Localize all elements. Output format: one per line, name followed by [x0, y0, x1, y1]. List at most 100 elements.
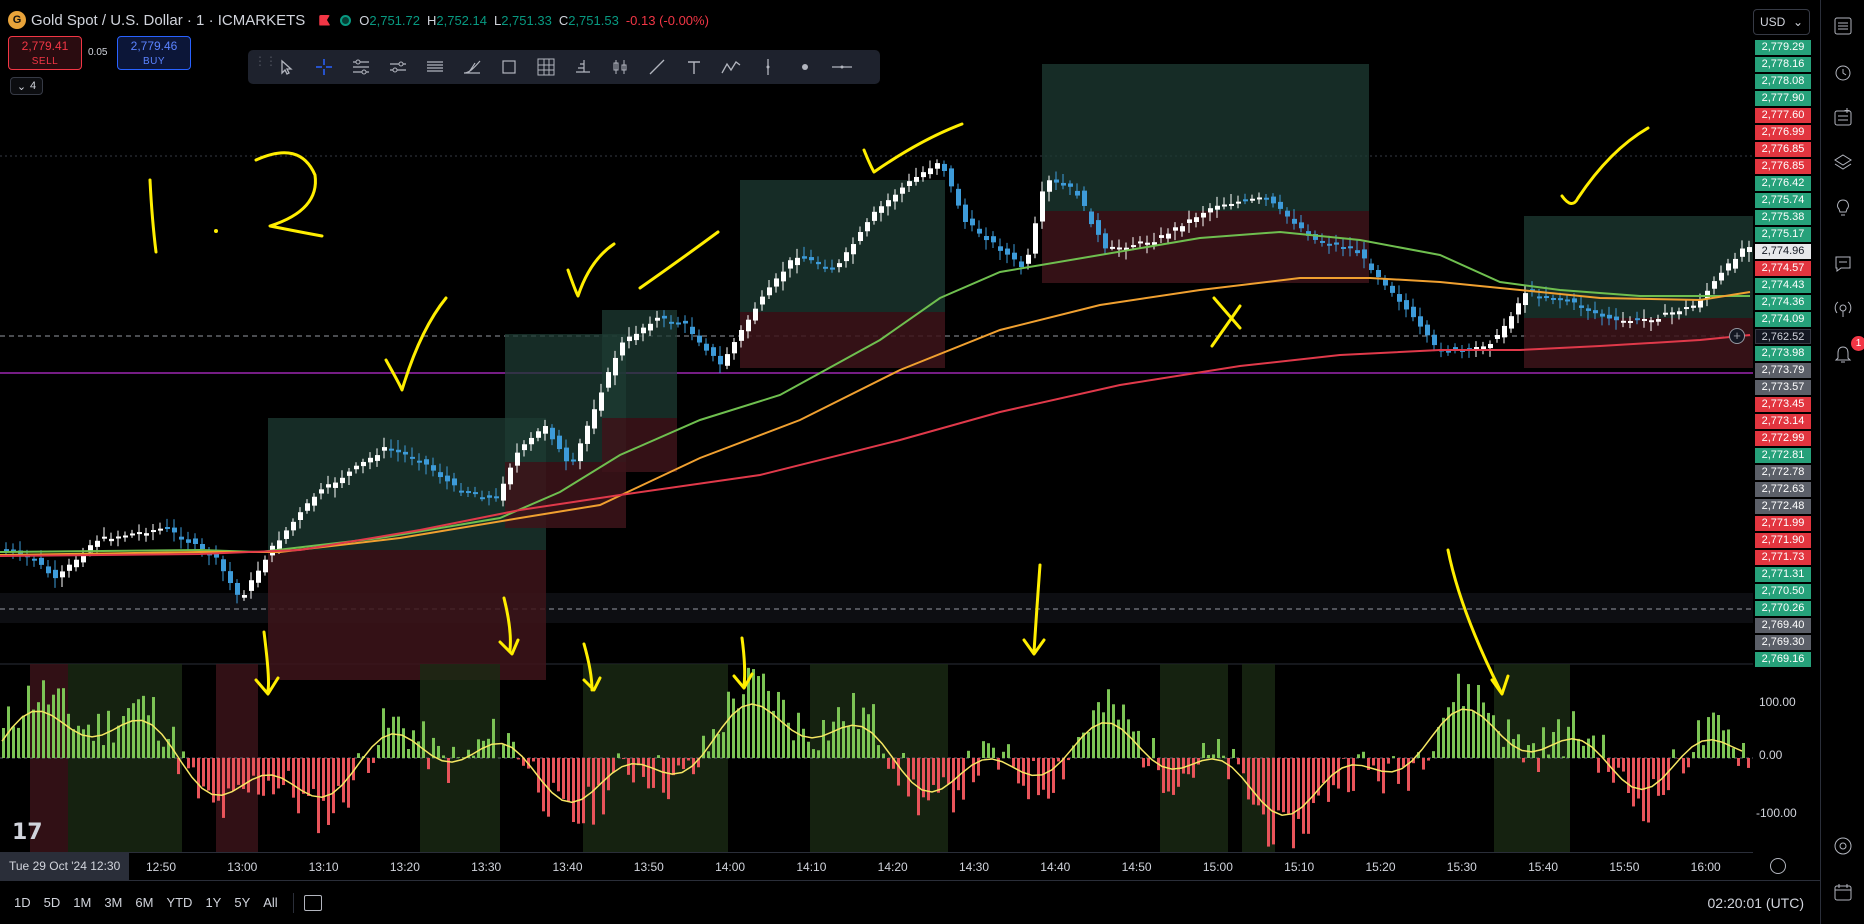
candle-body — [599, 392, 604, 411]
trendline-icon[interactable] — [641, 52, 673, 82]
time-axis[interactable]: 12:50 13:00 13:10 13:20 13:30 13:40 13:50 14:00… — [0, 852, 1753, 880]
candle-body — [1600, 313, 1605, 317]
currency-selector[interactable]: USD ⌄ — [1753, 9, 1810, 35]
alert-flag-icon[interactable] — [319, 14, 331, 26]
handwritten-annotation — [1560, 126, 1650, 205]
oscillator-bar — [1032, 758, 1035, 762]
oscillator-bar — [137, 699, 140, 758]
oscillator-bar — [882, 753, 885, 758]
sell-price: 2,779.41 — [21, 39, 69, 53]
candle-body — [1516, 303, 1521, 315]
price-axis[interactable]: 2,779.29 2,778.16 2,778.08 2,777.90 2,777.60… — [1753, 40, 1811, 667]
dot-icon[interactable] — [789, 52, 821, 82]
drag-handle-icon[interactable]: ⋮⋮ — [254, 55, 277, 77]
path-icon[interactable] — [715, 52, 747, 82]
oscillator-bar — [1027, 758, 1030, 800]
range-button-ytd[interactable]: YTD — [161, 895, 197, 910]
price-axis-label: 2,770.50 — [1755, 584, 1811, 599]
symbol-title[interactable]: Gold Spot / U.S. Dollar · 1 · ICMARKETS — [31, 12, 305, 29]
oscillator-axis[interactable]: 100.00 0.00 -100.00 — [1753, 664, 1811, 852]
chat-icon[interactable] — [1831, 252, 1855, 276]
ruler-icon[interactable] — [567, 52, 599, 82]
candle-body — [382, 447, 387, 451]
oscillator-bar — [1567, 726, 1570, 758]
price-axis-label: 2,778.16 — [1755, 57, 1811, 72]
price-axis-label: 2,762.52 — [1755, 329, 1811, 344]
candle-body — [1271, 196, 1276, 204]
pattern-icon[interactable] — [604, 52, 636, 82]
axis-settings-icon[interactable] — [1770, 858, 1786, 874]
rectangle-icon[interactable] — [493, 52, 525, 82]
time-axis-label: 15:30 — [1446, 860, 1477, 874]
divider — [292, 892, 294, 913]
range-button-3m[interactable]: 3M — [99, 895, 127, 910]
candle-body — [606, 372, 611, 388]
oscillator-bar — [867, 714, 870, 758]
range-button-5y[interactable]: 5Y — [229, 895, 255, 910]
fib-icon[interactable] — [456, 52, 488, 82]
add-alert-icon[interactable]: + — [1729, 328, 1745, 344]
handwritten-annotation — [254, 151, 324, 238]
vertical-line-icon[interactable] — [752, 52, 784, 82]
candle-body — [515, 452, 520, 466]
candle-body — [1117, 247, 1122, 250]
high-value: H2,752.14 — [426, 12, 487, 28]
range-button-1d[interactable]: 1D — [9, 895, 36, 910]
range-button-5d[interactable]: 5D — [39, 895, 66, 910]
buy-button[interactable]: 2,779.46 BUY — [117, 36, 191, 70]
watchlist-icon[interactable] — [1831, 14, 1855, 38]
oscillator-bar — [1727, 729, 1730, 758]
horizontal-line-icon[interactable] — [826, 52, 858, 82]
oscillator-bar — [952, 758, 955, 813]
oscillator-bar — [777, 691, 780, 758]
chart-area[interactable] — [0, 0, 1753, 852]
data-window-icon[interactable] — [1831, 105, 1855, 129]
oscillator-bar — [12, 726, 15, 758]
tradingview-logo[interactable]: 17 — [12, 820, 43, 845]
oscillator-bar — [1292, 758, 1295, 849]
grid-icon[interactable] — [530, 52, 562, 82]
candle-body — [347, 471, 352, 476]
lines-icon[interactable] — [345, 52, 377, 82]
broadcast-icon[interactable] — [1831, 297, 1855, 321]
oscillator-bar — [1147, 758, 1150, 767]
oscillator-bar — [897, 758, 900, 786]
target-icon[interactable] — [1831, 834, 1855, 858]
oscillator-bar — [627, 758, 630, 775]
candle-body — [396, 449, 401, 453]
candle-body — [886, 200, 891, 207]
candle-body — [109, 538, 114, 542]
range-button-6m[interactable]: 6M — [130, 895, 158, 910]
oscillator-bar — [947, 758, 950, 784]
layers-icon[interactable] — [1831, 150, 1855, 174]
price-axis-label: 2,772.48 — [1755, 499, 1811, 514]
collapse-indicators-button[interactable]: ⌄ 4 — [10, 77, 43, 95]
candle-body — [1621, 320, 1626, 323]
pitchfork-icon[interactable] — [419, 52, 451, 82]
candle-body — [1334, 242, 1339, 245]
channel-icon[interactable] — [382, 52, 414, 82]
oscillator-bar — [757, 676, 760, 758]
oscillator-bar — [1742, 742, 1745, 758]
candle-body — [1453, 347, 1458, 350]
price-chart-canvas[interactable] — [0, 0, 1753, 852]
cursor-icon[interactable] — [271, 52, 303, 82]
range-button-1m[interactable]: 1M — [68, 895, 96, 910]
crosshair-icon[interactable] — [308, 52, 340, 82]
range-button-all[interactable]: All — [258, 895, 282, 910]
calendar-grid-icon[interactable] — [1831, 880, 1855, 904]
candle-body — [921, 172, 926, 178]
candle-body — [711, 347, 716, 356]
oscillator-bar — [1012, 758, 1015, 767]
clock-label[interactable]: 02:20:01 (UTC) — [1708, 895, 1804, 911]
range-button-1y[interactable]: 1Y — [200, 895, 226, 910]
calendar-icon[interactable] — [303, 894, 322, 911]
oscillator-bar — [502, 744, 505, 758]
candle-body — [67, 564, 72, 571]
lightbulb-icon[interactable] — [1831, 195, 1855, 219]
alarm-clock-icon[interactable] — [1831, 60, 1855, 84]
text-icon[interactable] — [678, 52, 710, 82]
sell-button[interactable]: 2,779.41 SELL — [8, 36, 82, 70]
close-value: C2,751.53 — [558, 12, 619, 28]
drawing-toolbar: ⋮⋮ — [248, 50, 880, 84]
